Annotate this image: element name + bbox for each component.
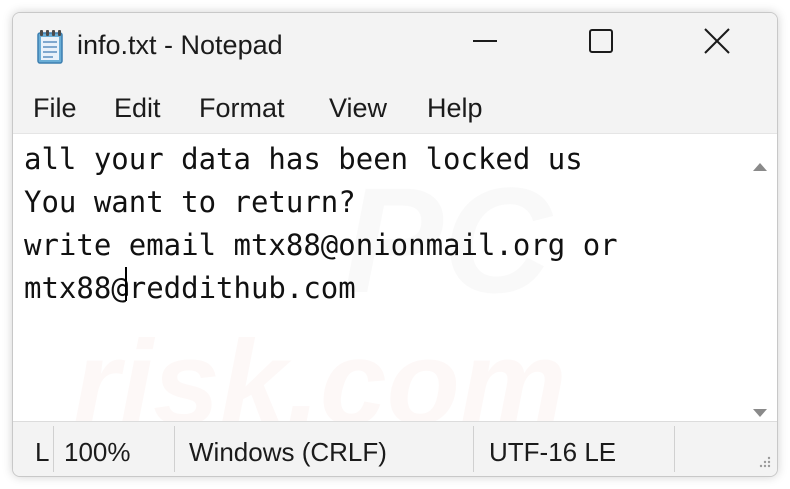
menu-view[interactable]: View xyxy=(329,93,387,124)
menu-format[interactable]: Format xyxy=(199,93,285,124)
resize-grip-icon[interactable] xyxy=(757,454,771,468)
watermark-text: risk.com xyxy=(73,316,567,422)
status-divider xyxy=(53,426,54,472)
minimize-button[interactable] xyxy=(445,13,525,73)
menu-edit[interactable]: Edit xyxy=(114,93,161,124)
maximize-button[interactable] xyxy=(561,13,641,73)
minimize-icon xyxy=(471,27,499,60)
status-divider xyxy=(473,426,474,472)
status-zoom: 100% xyxy=(64,437,131,467)
close-button[interactable] xyxy=(677,13,757,73)
status-cursor-position: L xyxy=(35,437,50,467)
close-icon xyxy=(703,27,731,60)
status-divider xyxy=(174,426,175,472)
vertical-scrollbar[interactable] xyxy=(743,133,777,422)
maximize-icon xyxy=(587,27,615,60)
title-bar[interactable]: info.txt - Notepad xyxy=(13,13,777,87)
window-title: info.txt - Notepad xyxy=(77,30,283,60)
status-line-ending: Windows (CRLF) xyxy=(189,437,387,467)
status-divider xyxy=(674,426,675,472)
menu-help[interactable]: Help xyxy=(427,93,483,124)
notepad-icon xyxy=(35,29,65,65)
menu-file[interactable]: File xyxy=(33,93,77,124)
scroll-up-arrow-icon[interactable] xyxy=(751,160,769,172)
editor-content[interactable]: all your data has been locked us You wan… xyxy=(24,138,618,310)
text-caret xyxy=(125,267,127,301)
scroll-down-arrow-icon[interactable] xyxy=(751,406,769,418)
menu-bar: File Edit Format View Help xyxy=(13,87,777,133)
status-bar: L 100% Windows (CRLF) UTF-16 LE xyxy=(13,421,777,476)
notepad-window: info.txt - Notepad File Edit Format View… xyxy=(12,12,778,477)
text-editor[interactable]: PC risk.com all your data has been locke… xyxy=(13,133,743,422)
status-encoding: UTF-16 LE xyxy=(489,437,617,467)
